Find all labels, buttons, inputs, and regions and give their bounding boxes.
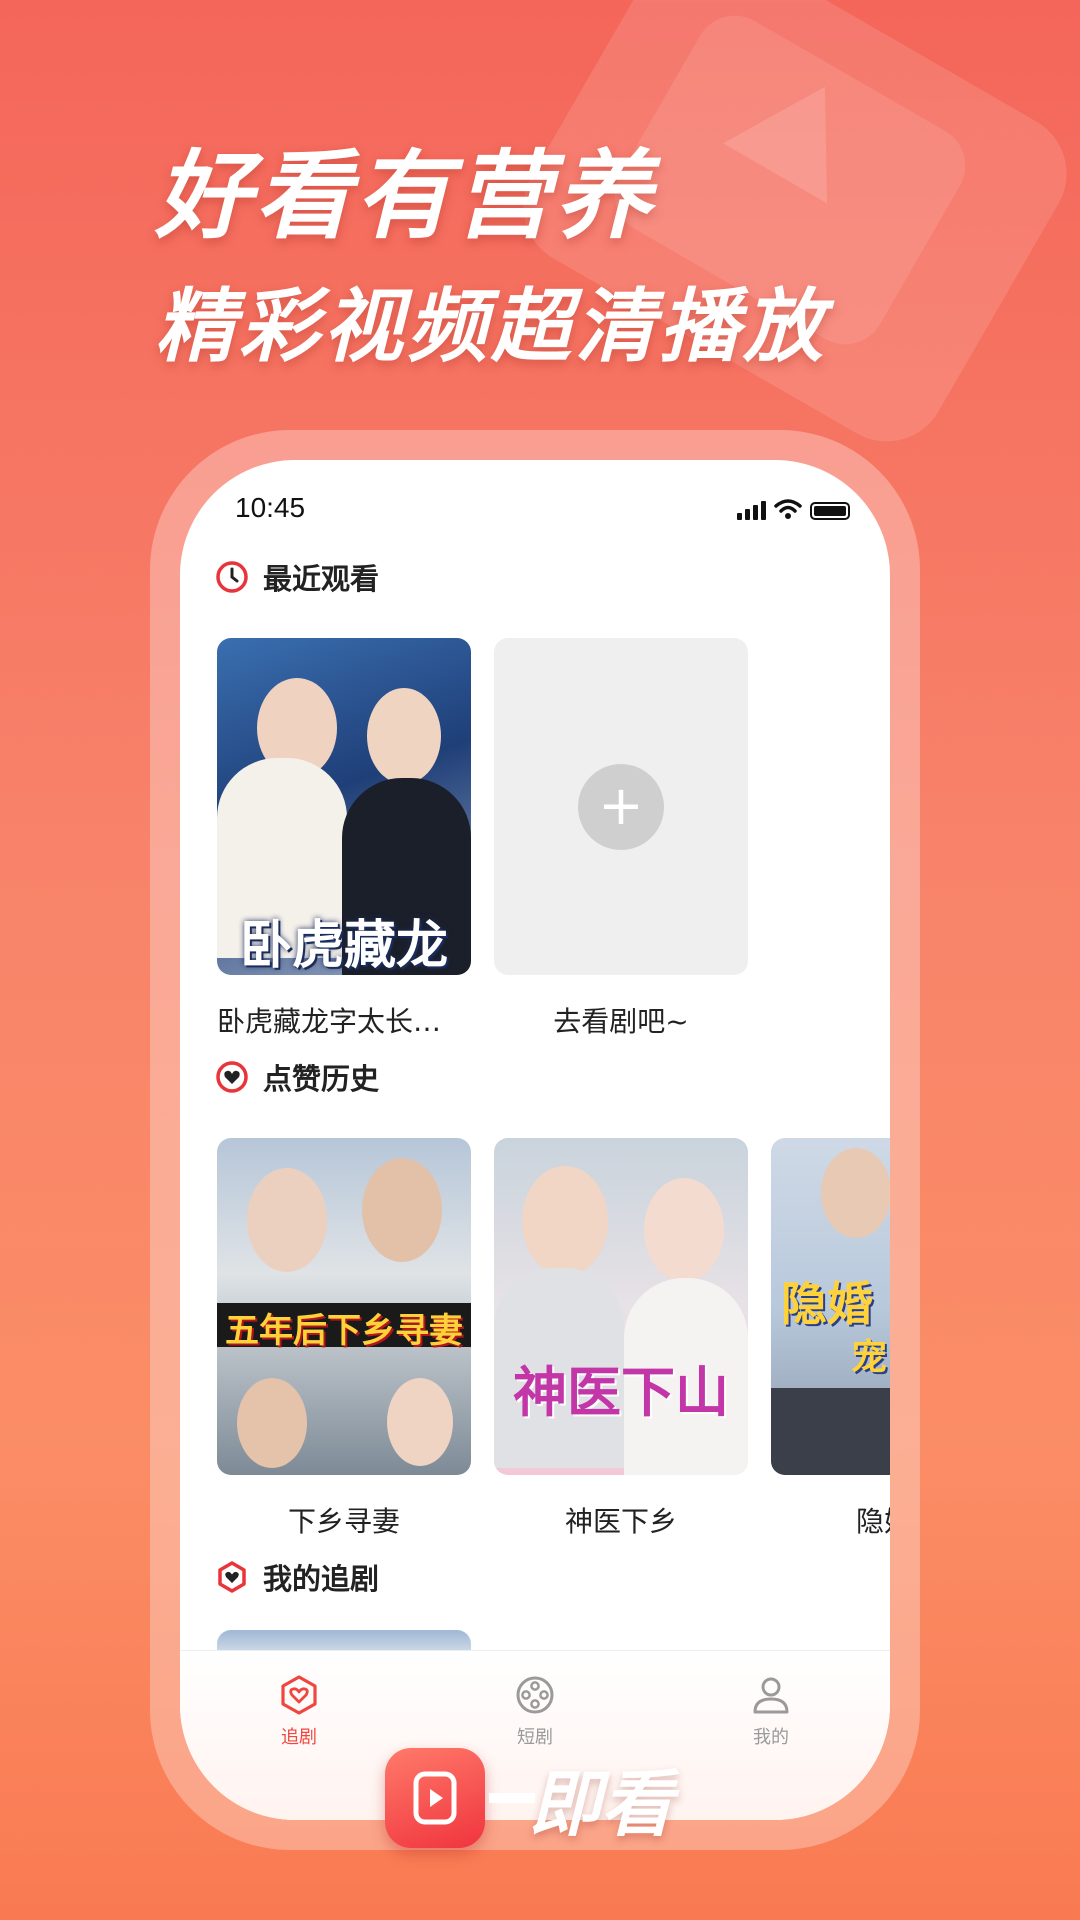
recent-card-poster[interactable]: 卧虎藏龙: [217, 638, 471, 975]
poster-title: 神医下山: [513, 1361, 729, 1424]
recent-section-title: 最近观看: [263, 562, 380, 596]
liked-card-caption[interactable]: 神医下乡: [494, 1500, 748, 1540]
poster-figure: [522, 1166, 608, 1276]
battery-icon: [810, 502, 850, 520]
poster-figure: [247, 1168, 327, 1272]
tab-mine-label: 我的: [753, 1727, 789, 1748]
wifi-icon: [774, 499, 802, 519]
liked-card-caption[interactable]: 下乡寻妻: [217, 1500, 471, 1540]
poster-figure: [367, 688, 441, 784]
liked-card-poster[interactable]: 五年后下乡寻妻: [217, 1138, 471, 1475]
play-phone-icon: [413, 1771, 457, 1824]
poster-figure: [644, 1178, 724, 1282]
following-section-title: 我的追剧: [263, 1562, 380, 1596]
brand-lockup: 即看: [385, 1745, 673, 1850]
recent-section-header: 最近观看: [215, 556, 379, 598]
following-section-header: 我的追剧: [215, 1556, 379, 1598]
poster-figure: [362, 1158, 442, 1262]
phone-screen: 10:45 最近观看 卧虎藏龙 卧虎藏龙字太长… + 去看剧吧~ 点赞历史 五年…: [180, 460, 890, 1820]
headline-secondary: 精彩视频超清播放: [155, 280, 827, 373]
tab-mine[interactable]: 我的: [711, 1673, 831, 1749]
clock-icon: [216, 561, 248, 593]
status-time: 10:45: [235, 492, 306, 523]
liked-card-caption[interactable]: 隐婚宠: [771, 1500, 890, 1540]
liked-card-poster[interactable]: 隐婚 宠: [771, 1138, 890, 1475]
poster-scene: [771, 1388, 890, 1475]
person-icon: [753, 1677, 789, 1714]
app-logo-icon: [385, 1747, 485, 1848]
poster-title: 五年后下乡寻妻: [225, 1311, 463, 1351]
heart-circle-icon: [216, 1061, 248, 1093]
recent-card-caption[interactable]: 卧虎藏龙字太长…: [217, 1000, 471, 1040]
tab-following-label: 追剧: [281, 1727, 317, 1748]
add-icon[interactable]: +: [578, 764, 664, 850]
poster-figure: [821, 1148, 890, 1238]
poster-figure: [237, 1378, 307, 1468]
heart-hexagon-icon: [218, 1561, 246, 1593]
following-card-poster[interactable]: [217, 1630, 471, 1650]
poster-subtitle: 宠: [851, 1337, 888, 1378]
add-drama-caption[interactable]: 去看剧吧~: [494, 1000, 748, 1040]
brand-name: 即看: [529, 1762, 674, 1846]
likes-section-header: 点赞历史: [215, 1056, 379, 1098]
tab-following[interactable]: 追剧: [239, 1673, 359, 1749]
add-drama-card[interactable]: +: [494, 638, 748, 975]
headline-primary: 好看有营养: [155, 140, 655, 252]
heart-hexagon-icon: [281, 1675, 317, 1715]
tab-short-drama[interactable]: 短剧: [475, 1673, 595, 1749]
status-bar: 10:45: [180, 490, 890, 530]
cellular-signal-icon: [737, 501, 766, 520]
liked-card-poster[interactable]: 神医下山: [494, 1138, 748, 1475]
poster-title: 卧虎藏龙: [239, 916, 448, 975]
likes-section-title: 点赞历史: [263, 1062, 380, 1096]
status-icons: [737, 498, 850, 520]
film-reel-icon: [516, 1676, 554, 1714]
poster-title: 隐婚: [781, 1277, 873, 1331]
poster-figure: [387, 1378, 453, 1466]
